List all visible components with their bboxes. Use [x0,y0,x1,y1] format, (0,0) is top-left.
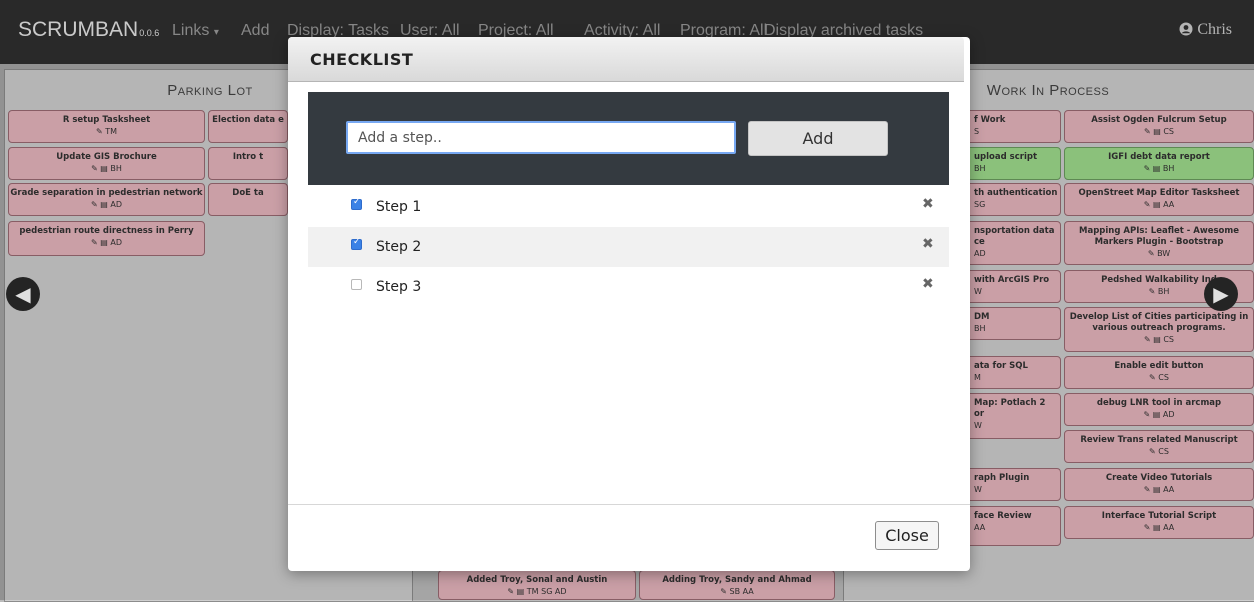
step-checkbox[interactable] [351,197,362,210]
close-button[interactable]: Close [875,521,939,550]
checklist-item: Step 2 ✖ [308,227,949,267]
delete-step-icon[interactable]: ✖ [922,276,934,292]
add-step-input[interactable] [346,121,736,154]
checklist-modal: CHECKLIST Add Step 1 ✖ Step 2 ✖ Step 3 ✖… [288,37,970,571]
delete-step-icon[interactable]: ✖ [922,196,934,212]
step-checkbox[interactable] [351,237,362,250]
step-label: Step 1 [376,199,422,215]
checklist-item: Step 3 ✖ [308,267,949,307]
modal-footer-divider [288,504,970,505]
step-checkbox[interactable] [351,279,362,290]
modal-header: CHECKLIST [288,37,964,82]
checklist-item: Step 1 ✖ [308,187,949,227]
delete-step-icon[interactable]: ✖ [922,236,934,252]
step-label: Step 2 [376,239,422,255]
add-step-button[interactable]: Add [748,121,888,156]
step-label: Step 3 [376,279,422,295]
modal-title: CHECKLIST [310,50,414,69]
